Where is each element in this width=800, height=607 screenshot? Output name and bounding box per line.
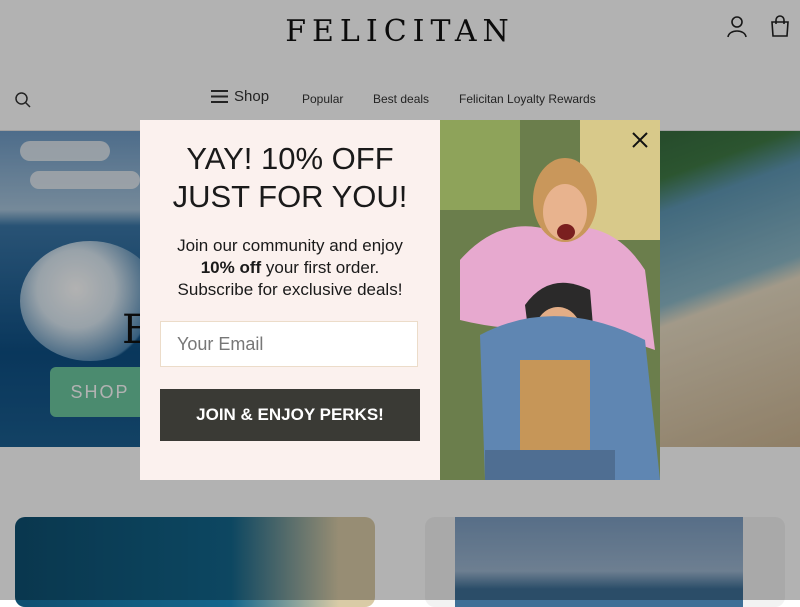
popup-body-line2: 10% off your first order. [140,257,440,279]
popup-body: Join our community and enjoy 10% off you… [140,235,440,301]
join-button[interactable]: JOIN & ENJOY PERKS! [160,389,420,441]
close-icon[interactable] [628,128,652,152]
popup-headline: YAY! 10% OFF JUST FOR YOU! [140,140,440,216]
popup-content: YAY! 10% OFF JUST FOR YOU! Join our comm… [140,120,440,480]
email-field[interactable]: Your Email [160,321,418,367]
newsletter-popup: YAY! 10% OFF JUST FOR YOU! Join our comm… [140,120,660,480]
popup-headline-line1: YAY! 10% OFF [186,141,394,176]
popup-body-line1: Join our community and enjoy [177,236,403,255]
popup-headline-line2: JUST FOR YOU! [172,179,408,214]
popup-body-line3: Subscribe for exclusive deals! [177,280,403,299]
popup-body-line2-rest: your first order. [261,258,380,277]
promo-photo [440,120,660,480]
popup-discount: 10% off [200,258,262,277]
